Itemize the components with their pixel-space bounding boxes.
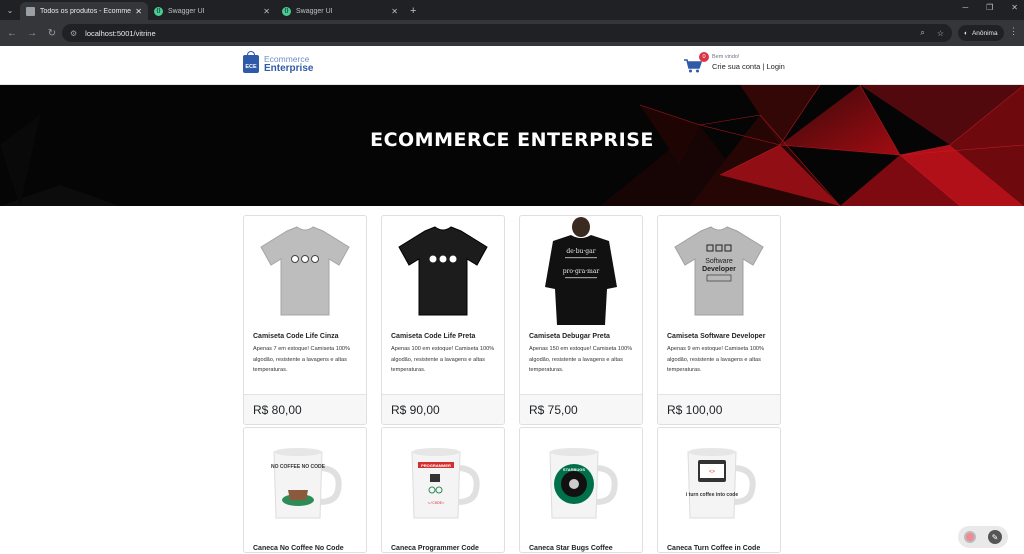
product-card[interactable]: <> i turn coffee into code Caneca Turn C… <box>657 427 781 553</box>
print-text: STARBUGS <box>563 467 585 472</box>
product-name[interactable]: Camiseta Code Life Preta <box>382 333 504 340</box>
product-image[interactable]: <> i turn coffee into code <box>658 428 780 538</box>
brand-line2: Enterprise <box>264 62 314 74</box>
cart-icon[interactable] <box>684 59 702 73</box>
print-text: </CODE> <box>428 501 445 506</box>
product-card[interactable]: STARBUGS Caneca Star Bugs Coffee <box>519 427 643 553</box>
browser-tab-2[interactable]: {} Swagger UI ✕ <box>148 2 276 20</box>
product-image[interactable] <box>382 216 504 326</box>
print-text: NO COFFEE NO CODE <box>271 464 326 470</box>
product-card[interactable]: Software Developer Camiseta Software Dev… <box>657 215 781 425</box>
product-card[interactable]: Camiseta Code Life Cinza Apenas 7 em est… <box>243 215 367 425</box>
account-area: Bem vindo! Crie sua conta | Login <box>712 54 785 71</box>
brand-logo[interactable]: ECE Ecommerce Enterprise <box>243 51 314 74</box>
print-text: de·bu·gar <box>566 248 595 255</box>
product-name[interactable]: Caneca Turn Coffee in Code <box>658 545 780 552</box>
hero-banner: ECOMMERCE ENTERPRISE <box>0 85 1024 206</box>
product-description: Apenas 150 em estoque! Camiseta 100% alg… <box>529 346 633 373</box>
hero-title: ECOMMERCE ENTERPRISE <box>370 129 654 151</box>
product-name[interactable]: Caneca Star Bugs Coffee <box>520 545 642 552</box>
shopping-bag-logo-icon: ECE <box>243 51 259 74</box>
product-description: Apenas 100 em estoque! Camiseta 100% alg… <box>391 346 495 373</box>
model-tshirt-image: de·bu·gar pro·gra·mar <box>531 217 631 325</box>
tab-title: Todos os produtos - Ecommerce <box>40 7 132 15</box>
close-icon[interactable]: ✕ <box>263 7 270 16</box>
product-name[interactable]: Camiseta Debugar Preta <box>520 333 642 340</box>
product-card[interactable]: NO COFFEE NO CODE Caneca No Coffee No Co… <box>243 427 367 553</box>
print-text: pro·gra·mar <box>563 268 600 275</box>
product-name[interactable]: Caneca No Coffee No Code <box>244 545 366 552</box>
print-text: PROGRAMMER <box>421 463 451 468</box>
incognito-icon: ◐ <box>964 29 968 37</box>
back-icon[interactable]: ← <box>2 28 22 39</box>
product-description: Apenas 7 em estoque! Camiseta 100% algod… <box>253 346 351 373</box>
product-price: R$ 90,00 <box>382 394 504 424</box>
swagger-icon: {} <box>282 6 291 16</box>
recorder-widget[interactable]: ✎ <box>958 526 1008 548</box>
tshirt-image: Software Developer <box>674 226 764 316</box>
tab-search-icon[interactable]: ⌄ <box>0 0 20 20</box>
browser-toolbar: ← → ↻ ⚙ localhost:5001/vitrine ⌕ ☆ ◐ Anô… <box>0 20 1024 46</box>
browser-tab-1[interactable]: Todos os produtos - Ecommerce ✕ <box>20 2 148 20</box>
browser-tabstrip: ⌄ Todos os produtos - Ecommerce ✕ {} Swa… <box>0 0 1024 20</box>
product-description: Apenas 9 em estoque! Camiseta 100% algod… <box>667 346 765 373</box>
close-icon[interactable]: ✕ <box>135 7 142 16</box>
svg-text:<>: <> <box>709 469 715 475</box>
product-card[interactable]: Camiseta Code Life Preta Apenas 100 em e… <box>381 215 505 425</box>
product-image[interactable]: Software Developer <box>658 216 780 326</box>
product-name[interactable]: Camiseta Software Developer <box>658 333 780 340</box>
product-image[interactable]: STARBUGS <box>520 428 642 538</box>
greeting-text: Bem vindo! <box>712 54 740 60</box>
tab-title: Swagger UI <box>168 7 205 15</box>
print-text: Developer <box>702 266 736 273</box>
tshirt-image <box>260 226 350 316</box>
close-window-icon[interactable]: ✕ <box>1011 3 1018 12</box>
url-text[interactable]: localhost:5001/vitrine <box>85 29 908 38</box>
brand-badge: ECE <box>245 64 257 71</box>
new-tab-button[interactable]: + <box>404 2 422 20</box>
profile-label: Anônima <box>971 29 998 37</box>
product-name[interactable]: Caneca Programmer Code <box>382 545 504 552</box>
mug-image: <> i turn coffee into code <box>686 448 756 519</box>
product-price: R$ 80,00 <box>244 394 366 424</box>
tshirt-image <box>398 226 488 316</box>
close-icon[interactable]: ✕ <box>391 7 398 16</box>
restore-icon[interactable]: ❐ <box>986 3 993 12</box>
document-icon <box>26 6 35 16</box>
menu-kebab-icon[interactable]: ⋮ <box>1009 26 1018 37</box>
window-controls: ─ ❐ ✕ <box>962 3 1018 12</box>
site-info-icon[interactable]: ⚙ <box>70 29 77 38</box>
separator: | <box>762 62 765 71</box>
login-link[interactable]: Login <box>767 62 785 71</box>
swagger-icon: {} <box>154 6 163 16</box>
minimize-icon[interactable]: ─ <box>962 3 968 12</box>
bookmark-star-icon[interactable]: ☆ <box>937 29 944 38</box>
print-text: Software <box>705 258 733 265</box>
product-name[interactable]: Camiseta Code Life Cinza <box>244 333 366 340</box>
product-image[interactable]: NO COFFEE NO CODE <box>244 428 366 538</box>
mug-image: NO COFFEE NO CODE <box>271 448 342 519</box>
record-icon[interactable] <box>964 531 976 543</box>
incognito-profile-button[interactable]: ◐ Anônima <box>958 25 1004 41</box>
reload-icon[interactable]: ↻ <box>42 28 62 39</box>
pen-icon[interactable]: ✎ <box>988 530 1002 544</box>
product-image[interactable] <box>244 216 366 326</box>
mug-image: STARBUGS <box>549 448 618 519</box>
signup-link[interactable]: Crie sua conta <box>712 62 760 71</box>
product-price: R$ 100,00 <box>658 394 780 424</box>
product-price: R$ 75,00 <box>520 394 642 424</box>
site-header: ECE Ecommerce Enterprise Bem vindo! Crie… <box>0 46 1024 85</box>
address-bar[interactable]: ⚙ localhost:5001/vitrine ⌕ ☆ <box>62 24 952 42</box>
browser-tab-3[interactable]: {} Swagger UI ✕ <box>276 2 404 20</box>
tab-title: Swagger UI <box>296 7 333 15</box>
product-card[interactable]: de·bu·gar pro·gra·mar Camiseta Debugar P… <box>519 215 643 425</box>
print-text: i turn coffee into code <box>686 492 738 498</box>
product-image[interactable]: de·bu·gar pro·gra·mar <box>520 216 642 326</box>
forward-icon[interactable]: → <box>22 28 42 39</box>
zoom-icon[interactable]: ⌕ <box>920 28 924 38</box>
mug-image: PROGRAMMER </CODE> <box>411 448 480 519</box>
product-card[interactable]: PROGRAMMER </CODE> Caneca Programmer Cod… <box>381 427 505 553</box>
product-image[interactable]: PROGRAMMER </CODE> <box>382 428 504 538</box>
cart-count-badge: 0 <box>699 52 709 62</box>
